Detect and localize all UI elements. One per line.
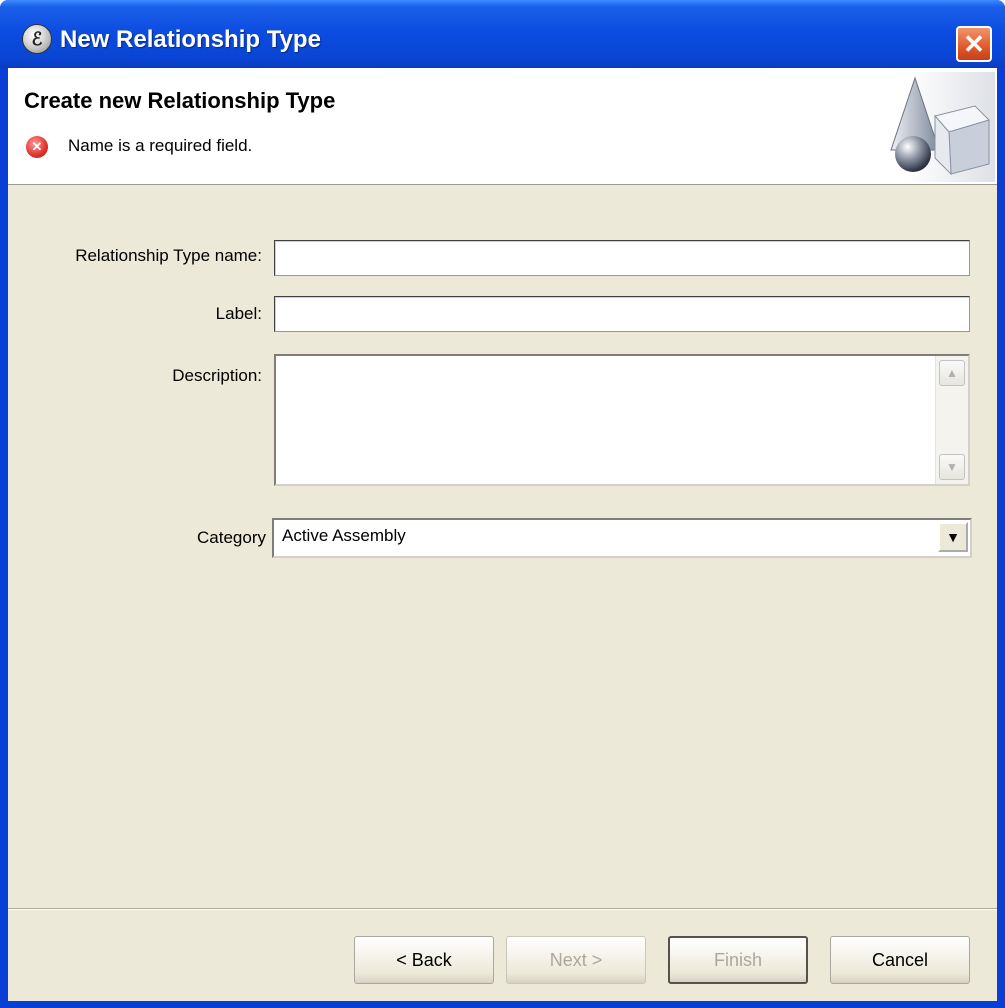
- title-bar[interactable]: ℰ New Relationship Type ✕: [0, 0, 1005, 68]
- category-label: Category: [197, 528, 266, 547]
- category-select[interactable]: Active Assembly ▼: [272, 518, 972, 558]
- scroll-up-button[interactable]: ▲: [939, 360, 965, 386]
- button-bar-separator: [8, 908, 997, 910]
- description-scrollbar[interactable]: ▲ ▼: [935, 356, 968, 484]
- dialog-window: ℰ New Relationship Type ✕ Create new Rel…: [0, 0, 1005, 1008]
- relationship-type-name-input[interactable]: [274, 240, 970, 276]
- finish-button[interactable]: Finish: [668, 936, 808, 984]
- next-button[interactable]: Next >: [506, 936, 646, 984]
- close-button[interactable]: ✕: [956, 26, 992, 62]
- error-message: Name is a required field.: [68, 136, 253, 155]
- label-label: Label:: [215, 304, 262, 323]
- dialog-client-area: Create new Relationship Type ✕ Name is a…: [8, 68, 997, 1001]
- page-title: Create new Relationship Type: [24, 88, 336, 113]
- app-logo-icon: ℰ: [22, 24, 52, 54]
- wizard-banner: Create new Relationship Type ✕ Name is a…: [8, 68, 997, 185]
- label-input[interactable]: [274, 296, 970, 332]
- wizard-shapes-graphic: [890, 72, 995, 182]
- description-label: Description:: [172, 366, 262, 385]
- error-icon: ✕: [26, 136, 48, 158]
- window-title: New Relationship Type: [60, 26, 321, 53]
- back-button[interactable]: < Back: [354, 936, 494, 984]
- scroll-down-button[interactable]: ▼: [939, 454, 965, 480]
- dropdown-arrow-icon[interactable]: ▼: [938, 522, 968, 552]
- category-selected-value: Active Assembly: [282, 526, 406, 545]
- description-textarea[interactable]: ▲ ▼: [274, 354, 970, 486]
- name-label: Relationship Type name:: [75, 246, 262, 265]
- cancel-button[interactable]: Cancel: [830, 936, 970, 984]
